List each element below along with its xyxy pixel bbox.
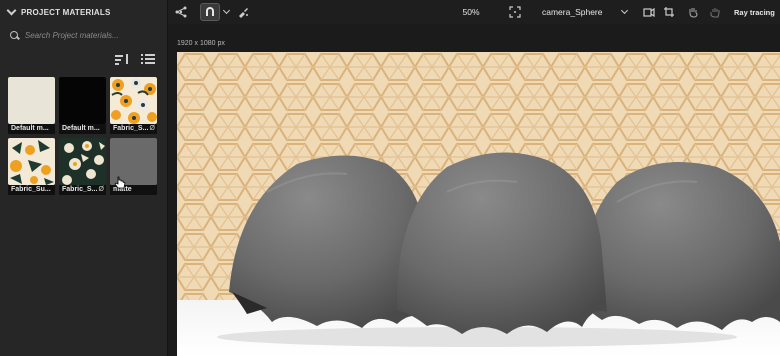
magnet-tool-button[interactable]: [200, 0, 220, 24]
material-tile[interactable]: Fabric_S... Ø: [110, 77, 157, 134]
material-thumbnail: [59, 138, 106, 185]
rendered-scene: [177, 52, 780, 356]
link-icon: Ø: [98, 186, 104, 193]
panel-tools: [0, 46, 167, 72]
search-icon: [10, 30, 19, 40]
material-label: Fabric_S... Ø: [59, 185, 106, 195]
project-materials-panel: PROJECT MATERIALS Default m... Default m…: [0, 0, 168, 356]
magnet-icon: [206, 7, 214, 16]
link-icon: Ø: [149, 125, 155, 132]
panel-title: PROJECT MATERIALS: [21, 7, 111, 17]
hand-grab-icon[interactable]: [708, 0, 722, 24]
hand-pan-icon[interactable]: [686, 0, 700, 24]
hand-cursor-icon: [114, 176, 126, 189]
material-tile[interactable]: Default m...: [59, 77, 106, 134]
search-input[interactable]: [24, 30, 163, 40]
search-bar[interactable]: [4, 24, 163, 46]
render-viewport[interactable]: [177, 52, 780, 356]
zoom-level[interactable]: 50%: [458, 0, 484, 24]
list-view-icon[interactable]: [141, 53, 155, 65]
panel-header[interactable]: PROJECT MATERIALS: [0, 0, 167, 24]
material-thumbnail: [59, 77, 106, 124]
material-label: Fabric_S... Ø: [110, 124, 157, 134]
material-tile[interactable]: Fabric_Su...: [8, 138, 55, 195]
camera-icon[interactable]: [642, 0, 656, 24]
sort-icon[interactable]: [115, 53, 129, 65]
brush-icon[interactable]: [236, 0, 250, 24]
material-label: Default m...: [8, 124, 55, 134]
material-label: Fabric_Su...: [8, 185, 55, 195]
material-thumbnail: [8, 138, 55, 185]
ray-tracing-toggle[interactable]: Ray tracing: [734, 0, 778, 24]
viewport-toolbar: 50% camera_Sphere Ray tracing: [168, 0, 780, 24]
materials-grid: Default m... Default m... Fabric_S... Ø …: [8, 77, 157, 195]
chevron-down-icon[interactable]: [620, 0, 628, 24]
viewport-area: 1920 x 1080 px: [168, 24, 780, 356]
resolution-label: 1920 x 1080 px: [177, 40, 225, 47]
material-tile[interactable]: Default m...: [8, 77, 55, 134]
chevron-down-icon[interactable]: [222, 0, 230, 24]
chevron-down-icon[interactable]: [6, 5, 17, 16]
material-thumbnail: [110, 77, 157, 124]
material-tile[interactable]: Fabric_S... Ø: [59, 138, 106, 195]
crop-icon[interactable]: [662, 0, 676, 24]
material-label: Default m...: [59, 124, 106, 134]
material-thumbnail: [8, 77, 55, 124]
share-graph-icon[interactable]: [174, 0, 188, 24]
fit-frame-icon[interactable]: [508, 0, 522, 24]
camera-selector[interactable]: camera_Sphere: [542, 0, 608, 24]
